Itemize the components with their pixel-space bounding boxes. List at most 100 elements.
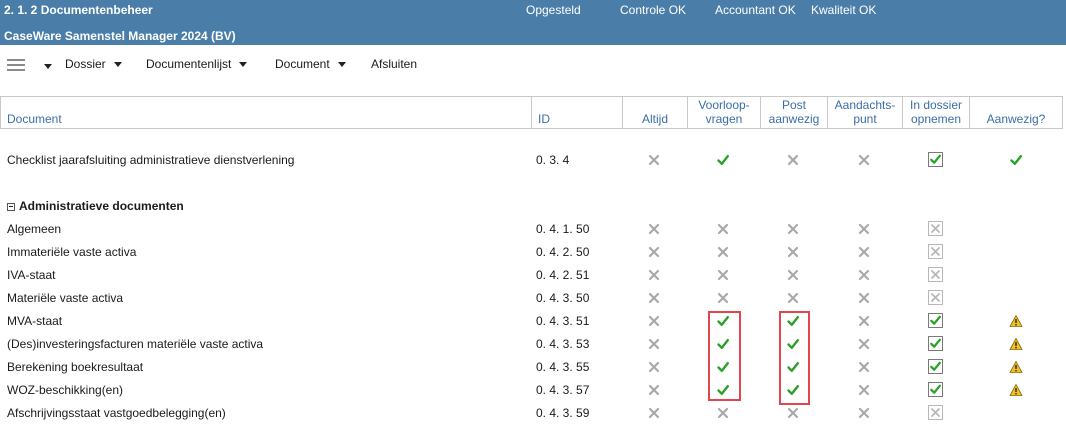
hamburger-menu-icon[interactable] [7, 59, 25, 73]
green-check-icon [1009, 153, 1023, 167]
highlight-voorloopvragen [708, 311, 741, 401]
grey-cross-icon [857, 268, 871, 282]
green-check-icon [716, 153, 730, 167]
highlight-post-aanwezig [779, 311, 810, 405]
column-header-in-dossier-opnemen[interactable]: In dossier opnemen [903, 97, 970, 128]
grey-cross-icon [647, 337, 661, 351]
document-name: MVA-staat [7, 314, 63, 328]
grid-header: Document ID Altijd Voorloop- vragen Post… [0, 96, 1063, 129]
checkbox-icon[interactable] [928, 244, 943, 259]
warning-triangle-icon [1009, 337, 1023, 351]
column-header-id[interactable]: ID [532, 97, 623, 128]
menu-bar: Dossier Documentenlijst Document Afsluit… [0, 45, 1066, 85]
grey-cross-icon [786, 291, 800, 305]
column-header-altijd[interactable]: Altijd [623, 97, 688, 128]
grey-cross-icon [647, 268, 661, 282]
table-row[interactable]: Immateriële vaste activa 0. 4. 2. 50 [0, 241, 1062, 264]
grey-cross-icon [716, 291, 730, 305]
column-header-voorloopvragen[interactable]: Voorloop- vragen [688, 97, 761, 128]
chevron-down-icon[interactable] [44, 64, 52, 69]
grey-cross-icon [647, 314, 661, 328]
status-kwaliteit-ok[interactable]: Kwaliteit OK [811, 3, 876, 17]
grey-cross-icon [786, 268, 800, 282]
checkbox-icon[interactable] [928, 405, 943, 420]
menu-documentenlijst-label: Documentenlijst [146, 57, 232, 71]
checkbox-icon[interactable] [928, 336, 943, 351]
grey-cross-icon [857, 245, 871, 259]
grey-cross-icon [647, 383, 661, 397]
table-row[interactable]: Berekening boekresultaat 0. 4. 3. 55 [0, 356, 1062, 379]
document-id: 0. 4. 2. 51 [536, 268, 590, 282]
grey-cross-icon [857, 153, 871, 167]
menu-dossier-label: Dossier [65, 57, 106, 71]
menu-document-label: Document [275, 57, 330, 71]
grey-cross-icon [716, 222, 730, 236]
document-id: 0. 4. 3. 55 [536, 360, 590, 374]
document-id: 0. 4. 1. 50 [536, 222, 590, 236]
grey-cross-icon [857, 314, 871, 328]
grey-cross-icon [857, 291, 871, 305]
group-row: Administratieve documenten [0, 195, 1062, 218]
document-id: 0. 4. 3. 53 [536, 337, 590, 351]
grey-cross-icon [647, 291, 661, 305]
page-title: 2. 1. 2 Documentenbeheer [4, 3, 153, 17]
table-row[interactable]: IVA-staat 0. 4. 2. 51 [0, 264, 1062, 287]
checkbox-icon[interactable] [928, 267, 943, 282]
column-header-aandachtspunt[interactable]: Aandachts- punt [828, 97, 903, 128]
warning-triangle-icon [1009, 360, 1023, 374]
grey-cross-icon [786, 406, 800, 420]
grey-cross-icon [647, 153, 661, 167]
table-row[interactable]: MVA-staat 0. 4. 3. 51 [0, 310, 1062, 333]
document-name: Afschrijvingsstaat vastgoedbelegging(en) [7, 406, 226, 420]
grey-cross-icon [857, 406, 871, 420]
warning-triangle-icon [1009, 383, 1023, 397]
checkbox-icon[interactable] [928, 152, 943, 167]
table-row[interactable]: (Des)investeringsfacturen materiële vast… [0, 333, 1062, 356]
table-row[interactable]: Afschrijvingsstaat vastgoedbelegging(en)… [0, 402, 1062, 425]
table-row[interactable]: Algemeen 0. 4. 1. 50 [0, 218, 1062, 241]
status-opgesteld[interactable]: Opgesteld [526, 3, 581, 17]
checkbox-icon[interactable] [928, 359, 943, 374]
document-name: Immateriële vaste activa [7, 245, 137, 259]
document-name: (Des)investeringsfacturen materiële vast… [7, 337, 264, 351]
document-name: WOZ-beschikking(en) [7, 383, 124, 397]
group-title: Administratieve documenten [7, 195, 184, 218]
status-controle-ok[interactable]: Controle OK [620, 3, 686, 17]
checkbox-icon[interactable] [928, 290, 943, 305]
grey-cross-icon [857, 222, 871, 236]
chevron-down-icon [113, 62, 122, 68]
column-header-aanwezig[interactable]: Aanwezig? [970, 97, 1063, 128]
table-row[interactable]: Checklist jaarafsluiting administratieve… [0, 149, 1062, 172]
table-row[interactable]: WOZ-beschikking(en) 0. 4. 3. 57 [0, 379, 1062, 402]
column-header-document[interactable]: Document [1, 97, 532, 128]
menu-document[interactable]: Document [275, 57, 346, 71]
status-accountant-ok[interactable]: Accountant OK [715, 3, 796, 17]
menu-dossier[interactable]: Dossier [65, 57, 122, 71]
checkbox-icon[interactable] [928, 382, 943, 397]
collapse-minus-icon[interactable] [7, 202, 15, 211]
checkbox-icon[interactable] [928, 313, 943, 328]
document-id: 0. 4. 3. 57 [536, 383, 590, 397]
document-id: 0. 4. 3. 51 [536, 314, 590, 328]
grey-cross-icon [786, 245, 800, 259]
checkbox-icon[interactable] [928, 221, 943, 236]
menu-afsluiten[interactable]: Afsluiten [371, 57, 417, 71]
document-id: 0. 4. 3. 59 [536, 406, 590, 420]
document-name: Materiële vaste activa [7, 291, 124, 305]
document-name: IVA-staat [7, 268, 56, 282]
chevron-down-icon [239, 62, 248, 68]
table-row[interactable]: Materiële vaste activa 0. 4. 3. 50 [0, 287, 1062, 310]
grey-cross-icon [857, 337, 871, 351]
column-header-post-aanwezig[interactable]: Post aanwezig [761, 97, 828, 128]
document-name: Checklist jaarafsluiting administratieve… [7, 153, 295, 167]
menu-documentenlijst[interactable]: Documentenlijst [146, 57, 248, 71]
grey-cross-icon [786, 153, 800, 167]
grey-cross-icon [716, 245, 730, 259]
grey-cross-icon [857, 383, 871, 397]
grey-cross-icon [716, 406, 730, 420]
grey-cross-icon [647, 360, 661, 374]
group-title-label: Administratieve documenten [19, 199, 184, 213]
document-id: 0. 4. 3. 50 [536, 291, 590, 305]
grey-cross-icon [647, 245, 661, 259]
grey-cross-icon [647, 406, 661, 420]
